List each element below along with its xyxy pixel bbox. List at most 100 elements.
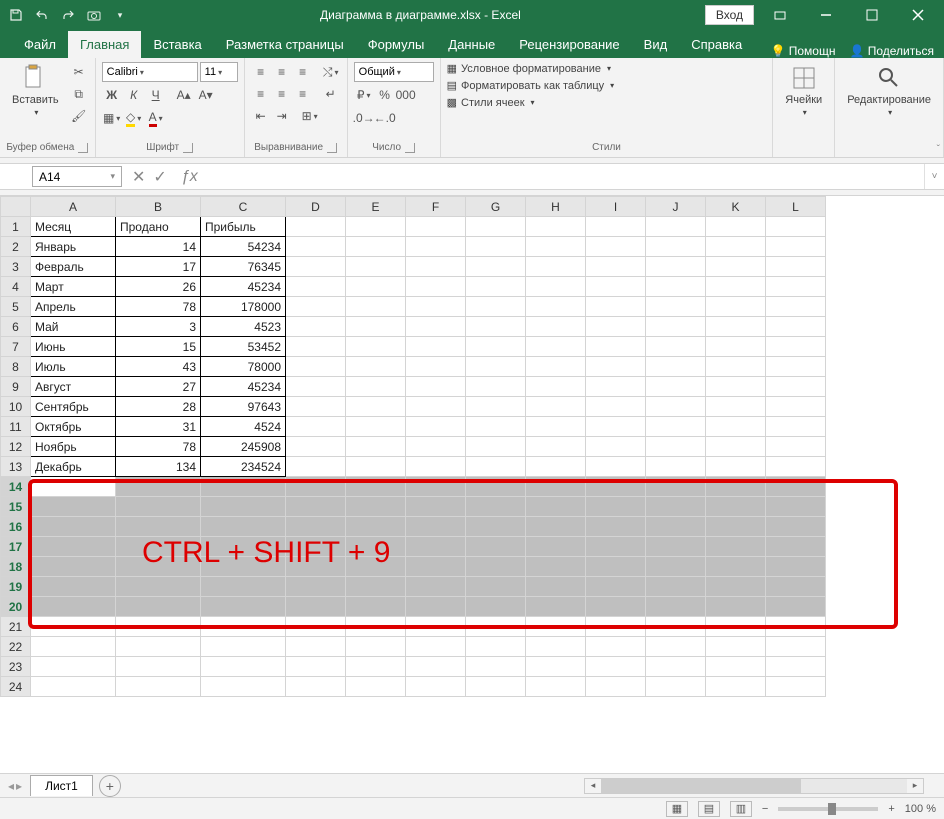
cell[interactable] <box>466 317 526 337</box>
cell[interactable] <box>286 477 346 497</box>
column-header[interactable]: F <box>406 197 466 217</box>
cell[interactable] <box>286 497 346 517</box>
cell[interactable] <box>766 377 826 397</box>
cell[interactable] <box>526 637 586 657</box>
cell[interactable]: 54234 <box>201 237 286 257</box>
cell[interactable] <box>646 637 706 657</box>
cell[interactable] <box>406 477 466 497</box>
cell[interactable] <box>346 417 406 437</box>
cell[interactable] <box>116 637 201 657</box>
cell[interactable] <box>766 577 826 597</box>
share-button[interactable]: 👤 Поделиться <box>849 44 934 58</box>
cell[interactable] <box>586 677 646 697</box>
qat-customize-icon[interactable]: ▾ <box>112 7 128 23</box>
cell-styles-button[interactable]: ▩Стили ячеек▾ <box>447 96 767 109</box>
cell[interactable] <box>346 377 406 397</box>
cell[interactable]: 45234 <box>201 277 286 297</box>
merge-button[interactable]: ⊞▾ <box>300 106 320 126</box>
cell[interactable] <box>766 517 826 537</box>
cell[interactable] <box>586 457 646 477</box>
normal-view-icon[interactable]: ▦ <box>666 801 688 817</box>
cell[interactable] <box>586 477 646 497</box>
cell[interactable] <box>286 337 346 357</box>
close-button[interactable] <box>898 0 938 30</box>
tab-home[interactable]: Главная <box>68 31 141 58</box>
cell[interactable]: 97643 <box>201 397 286 417</box>
cell[interactable] <box>706 597 766 617</box>
cell[interactable] <box>286 397 346 417</box>
page-break-view-icon[interactable]: ▥ <box>730 801 752 817</box>
cells-button[interactable]: Ячейки ▾ <box>779 62 828 119</box>
cell[interactable]: 78 <box>116 437 201 457</box>
cell[interactable] <box>466 537 526 557</box>
cell[interactable] <box>466 557 526 577</box>
cell[interactable] <box>346 517 406 537</box>
cell[interactable] <box>116 497 201 517</box>
cell[interactable] <box>766 477 826 497</box>
cell[interactable] <box>286 577 346 597</box>
cell[interactable] <box>466 477 526 497</box>
cell[interactable] <box>646 237 706 257</box>
cell[interactable] <box>706 677 766 697</box>
sheet-nav-prev-icon[interactable]: ◂ <box>8 779 14 793</box>
fx-icon[interactable]: ƒx <box>175 164 204 189</box>
currency-button[interactable]: ₽▾ <box>354 85 374 105</box>
wrap-text-button[interactable]: ↵ <box>321 84 341 104</box>
cell[interactable] <box>406 397 466 417</box>
cell[interactable] <box>646 417 706 437</box>
cell[interactable]: 76345 <box>201 257 286 277</box>
cell[interactable] <box>766 537 826 557</box>
cell[interactable] <box>286 257 346 277</box>
cell[interactable] <box>466 497 526 517</box>
cell[interactable] <box>466 677 526 697</box>
cell[interactable] <box>766 297 826 317</box>
cell[interactable] <box>286 677 346 697</box>
cell[interactable] <box>586 657 646 677</box>
cell[interactable]: 45234 <box>201 377 286 397</box>
cell[interactable] <box>766 217 826 237</box>
cell[interactable] <box>586 337 646 357</box>
cell[interactable] <box>286 537 346 557</box>
cell[interactable] <box>766 457 826 477</box>
cell[interactable]: 31 <box>116 417 201 437</box>
decrease-font-icon[interactable]: A▾ <box>196 85 216 105</box>
cell[interactable] <box>116 657 201 677</box>
zoom-in-button[interactable]: + <box>888 803 894 815</box>
cell[interactable] <box>526 597 586 617</box>
cell[interactable] <box>766 437 826 457</box>
cell[interactable] <box>526 477 586 497</box>
cell[interactable] <box>346 237 406 257</box>
decrease-decimal-icon[interactable]: ←.0 <box>375 108 395 128</box>
cell[interactable] <box>586 377 646 397</box>
cell[interactable] <box>526 397 586 417</box>
cell[interactable] <box>406 577 466 597</box>
cell[interactable] <box>646 457 706 477</box>
font-name-combo[interactable]: Calibri▾ <box>102 62 198 82</box>
tab-review[interactable]: Рецензирование <box>507 31 631 58</box>
editing-button[interactable]: Редактирование ▾ <box>841 62 937 119</box>
cell[interactable] <box>766 237 826 257</box>
new-sheet-button[interactable]: + <box>99 775 121 797</box>
cell[interactable] <box>586 557 646 577</box>
cell[interactable] <box>766 417 826 437</box>
row-header[interactable]: 7 <box>1 337 31 357</box>
tab-file[interactable]: Файл <box>12 31 68 58</box>
tab-page-layout[interactable]: Разметка страницы <box>214 31 356 58</box>
cell[interactable] <box>31 677 116 697</box>
cell[interactable]: 27 <box>116 377 201 397</box>
cell[interactable]: 134 <box>116 457 201 477</box>
cell[interactable]: 43 <box>116 357 201 377</box>
cell[interactable] <box>706 577 766 597</box>
cell[interactable] <box>406 637 466 657</box>
row-header[interactable]: 22 <box>1 637 31 657</box>
tab-view[interactable]: Вид <box>632 31 680 58</box>
cell[interactable] <box>201 617 286 637</box>
cell[interactable] <box>586 597 646 617</box>
redo-icon[interactable] <box>60 7 76 23</box>
cell[interactable]: 26 <box>116 277 201 297</box>
cell[interactable] <box>586 217 646 237</box>
cell[interactable] <box>766 637 826 657</box>
cell[interactable] <box>201 597 286 617</box>
cell[interactable] <box>466 437 526 457</box>
cell[interactable] <box>31 497 116 517</box>
